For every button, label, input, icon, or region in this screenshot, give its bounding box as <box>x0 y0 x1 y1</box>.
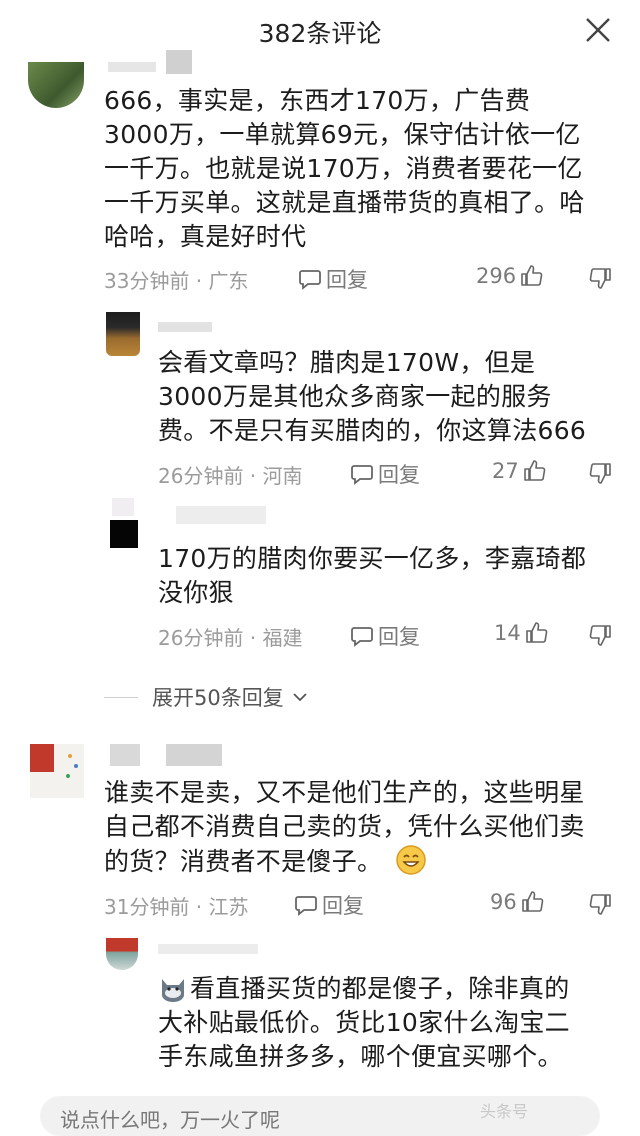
thumbs-down-icon[interactable] <box>588 266 612 290</box>
comment-text: 会看文章吗？腊肉是170W，但是 3000万是其他众多商家一起的服务 费。不是只… <box>158 348 587 445</box>
thumbs-up-icon <box>523 460 546 481</box>
comment-meta: 31分钟前 · 江苏 <box>104 895 249 919</box>
reply-button[interactable]: 回复 <box>350 621 420 651</box>
smile-emoji-icon <box>395 845 426 875</box>
watermark: 头条号 <box>480 1102 529 1121</box>
like-button[interactable]: 14 <box>494 621 549 645</box>
thumbs-down-icon[interactable] <box>588 461 612 485</box>
username-redacted <box>158 322 212 332</box>
like-count: 96 <box>490 890 517 914</box>
comments-header: 382条评论 <box>0 0 640 60</box>
expand-replies-button[interactable]: 展开50条回复 <box>104 682 310 712</box>
username-redacted <box>166 50 192 74</box>
username-redacted <box>158 944 258 954</box>
thumbs-down-icon[interactable] <box>588 623 612 647</box>
avatar[interactable] <box>28 62 84 108</box>
comment-bubble-icon <box>351 465 373 485</box>
avatar[interactable] <box>30 744 84 798</box>
comment-text: 170万的腊肉你要买一亿多，李嘉琦都 没你狠 <box>158 544 587 607</box>
like-button[interactable]: 296 <box>476 264 544 288</box>
comment-text: 谁卖不是卖，又不是他们生产的，这些明星 自己都不消费自己卖的货，凭什么买他们卖 … <box>104 778 585 876</box>
thumbs-up-icon <box>521 891 544 912</box>
cat-emoji-icon <box>162 979 184 1002</box>
comment-bubble-icon <box>299 270 321 290</box>
thumbs-down-icon[interactable] <box>588 892 612 916</box>
comment-count-title: 382条评论 <box>258 19 382 48</box>
avatar[interactable] <box>106 938 138 970</box>
comment-meta: 26分钟前 · 福建 <box>158 626 303 650</box>
comment-input-placeholder[interactable]: 说点什么吧，万一火了呢 <box>60 1104 280 1133</box>
like-count: 14 <box>494 621 521 645</box>
reply-button[interactable]: 回复 <box>350 459 420 489</box>
like-count: 296 <box>476 264 517 288</box>
chevron-down-icon <box>293 693 307 702</box>
like-count: 27 <box>492 459 519 483</box>
username-redacted <box>166 744 222 766</box>
username-redacted <box>110 744 140 766</box>
comment-bubble-icon <box>351 627 373 647</box>
comment-bubble-icon <box>295 896 317 916</box>
avatar[interactable] <box>106 312 140 356</box>
comment-text: 看直播买货的都是傻子，除非真的 大补贴最低价。货比10家什么淘宝二 手东咸鱼拼多… <box>158 974 570 1071</box>
comment-meta: 26分钟前 · 河南 <box>158 464 303 488</box>
username-redacted <box>176 506 266 524</box>
thumbs-up-icon <box>521 265 543 286</box>
divider <box>104 696 138 698</box>
avatar[interactable] <box>110 520 138 548</box>
like-button[interactable]: 27 <box>492 459 547 483</box>
thumbs-up-icon <box>525 622 548 643</box>
comment-meta: 33分钟前 · 广东 <box>104 269 249 293</box>
close-icon[interactable] <box>582 14 614 46</box>
comment-text: 666，事实是，东西才170万，广告费 3000万，一单就算69元，保守估计依一… <box>104 86 585 251</box>
like-button[interactable]: 96 <box>490 890 545 914</box>
username-redacted <box>112 498 134 516</box>
reply-button[interactable]: 回复 <box>294 890 364 920</box>
username-redacted <box>108 62 156 72</box>
reply-button[interactable]: 回复 <box>298 264 368 294</box>
